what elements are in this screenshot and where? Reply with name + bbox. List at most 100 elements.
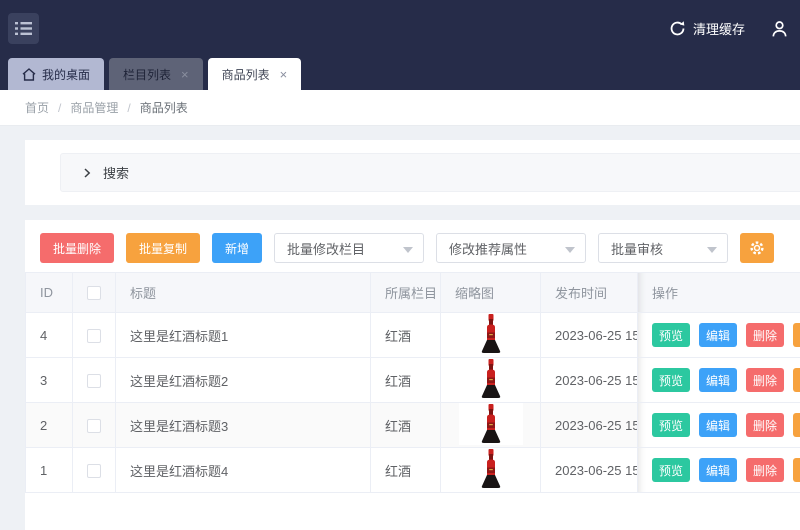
product-table: ID 标题 所属栏目 缩略图 发布时间 操作 4 这里是红酒标题1 红酒 xyxy=(25,272,800,493)
preview-button[interactable]: 预览 xyxy=(652,458,690,482)
cell-checkbox xyxy=(73,403,116,448)
cell-actions: 预览 编辑 删除 复制 xyxy=(638,358,800,403)
cell-publish-date: 2023-06-25 15:1 xyxy=(541,313,638,358)
tab-label: 我的桌面 xyxy=(42,66,90,83)
batch-delete-button[interactable]: 批量删除 xyxy=(40,233,114,263)
close-icon[interactable]: × xyxy=(181,68,189,81)
add-button[interactable]: 新增 xyxy=(212,233,262,263)
tab-label: 商品列表 xyxy=(222,66,270,83)
cell-title[interactable]: 这里是红酒标题3 xyxy=(116,403,371,448)
home-icon xyxy=(22,68,36,81)
cell-title[interactable]: 这里是红酒标题2 xyxy=(116,358,371,403)
top-bar: 清理缓存 xyxy=(0,0,800,57)
clear-cache-label: 清理缓存 xyxy=(693,19,745,38)
chevron-down-icon xyxy=(403,247,413,253)
row-checkbox[interactable] xyxy=(87,329,101,343)
thumbnail-image[interactable] xyxy=(459,403,523,445)
delete-button[interactable]: 删除 xyxy=(746,368,784,392)
wine-bottle-image xyxy=(480,359,502,399)
table-row: 3 这里是红酒标题2 红酒 2023-06-25 15:1 预览 编辑 删除 xyxy=(26,358,800,403)
edit-button[interactable]: 编辑 xyxy=(699,413,737,437)
cell-checkbox xyxy=(73,313,116,358)
sidebar-toggle-button[interactable] xyxy=(8,13,39,44)
breadcrumb-separator: / xyxy=(127,101,130,115)
cell-checkbox xyxy=(73,448,116,493)
preview-button[interactable]: 预览 xyxy=(652,323,690,347)
search-collapse-label: 搜索 xyxy=(103,163,129,182)
tab-bar: 我的桌面 栏目列表 × 商品列表 × xyxy=(0,57,800,90)
cell-title[interactable]: 这里是红酒标题1 xyxy=(116,313,371,358)
select-value: 批量审核 xyxy=(611,239,663,258)
cell-id: 1 xyxy=(26,448,73,493)
select-value: 批量修改栏目 xyxy=(287,239,365,258)
table-row: 4 这里是红酒标题1 红酒 2023-06-25 15:1 预览 编辑 删除 xyxy=(26,313,800,358)
row-checkbox[interactable] xyxy=(87,464,101,478)
product-list-card: 批量删除 批量复制 新增 批量修改栏目 修改推荐属性 批量审核 xyxy=(25,220,800,530)
batch-audit-select[interactable]: 批量审核 xyxy=(598,233,728,263)
header-title: 标题 xyxy=(116,273,371,313)
row-checkbox[interactable] xyxy=(87,419,101,433)
tab-column-list[interactable]: 栏目列表 × xyxy=(109,58,203,90)
cell-thumbnail xyxy=(441,403,541,448)
copy-button[interactable]: 复制 xyxy=(793,323,800,347)
breadcrumb-product-manage[interactable]: 商品管理 xyxy=(70,99,118,116)
main-content: 搜索 批量删除 批量复制 新增 批量修改栏目 修改推荐属性 批量审核 xyxy=(0,126,800,530)
cell-publish-date: 2023-06-25 15:1 xyxy=(541,358,638,403)
cell-category: 红酒 xyxy=(371,403,441,448)
cell-id: 4 xyxy=(26,313,73,358)
cell-thumbnail xyxy=(441,358,541,403)
batch-copy-button[interactable]: 批量复制 xyxy=(126,233,200,263)
select-all-checkbox[interactable] xyxy=(87,286,101,300)
wine-bottle-image xyxy=(480,314,502,354)
row-checkbox[interactable] xyxy=(87,374,101,388)
header-date: 发布时间 xyxy=(541,273,638,313)
thumbnail-image[interactable] xyxy=(459,313,523,355)
cell-id: 3 xyxy=(26,358,73,403)
thumbnail-image[interactable] xyxy=(459,358,523,400)
chevron-right-icon xyxy=(81,167,93,179)
wine-bottle-image xyxy=(480,449,502,489)
cell-id: 2 xyxy=(26,403,73,448)
cell-category: 红酒 xyxy=(371,358,441,403)
clear-cache-button[interactable]: 清理缓存 xyxy=(669,19,745,38)
preview-button[interactable]: 预览 xyxy=(652,368,690,392)
delete-button[interactable]: 删除 xyxy=(746,458,784,482)
delete-button[interactable]: 删除 xyxy=(746,413,784,437)
header-actions: 操作 xyxy=(638,273,800,313)
list-toolbar: 批量删除 批量复制 新增 批量修改栏目 修改推荐属性 批量审核 xyxy=(25,220,800,272)
close-icon[interactable]: × xyxy=(280,68,288,81)
user-icon[interactable] xyxy=(771,20,788,38)
chevron-down-icon xyxy=(707,247,717,253)
table-row: 1 这里是红酒标题4 红酒 2023-06-25 15:1 预览 编辑 删除 xyxy=(26,448,800,493)
breadcrumb-current: 商品列表 xyxy=(140,99,188,116)
header-id: ID xyxy=(26,273,73,313)
cell-publish-date: 2023-06-25 15:1 xyxy=(541,448,638,493)
preview-button[interactable]: 预览 xyxy=(652,413,690,437)
thumbnail-image[interactable] xyxy=(459,448,523,490)
tab-desktop[interactable]: 我的桌面 xyxy=(8,58,104,90)
edit-button[interactable]: 编辑 xyxy=(699,323,737,347)
breadcrumb-home[interactable]: 首页 xyxy=(25,99,49,116)
search-card: 搜索 xyxy=(25,140,800,205)
edit-button[interactable]: 编辑 xyxy=(699,458,737,482)
list-menu-icon xyxy=(15,21,32,36)
cell-category: 红酒 xyxy=(371,313,441,358)
copy-button[interactable]: 复制 xyxy=(793,368,800,392)
column-settings-button[interactable] xyxy=(740,233,774,263)
select-value: 修改推荐属性 xyxy=(449,239,527,258)
batch-change-column-select[interactable]: 批量修改栏目 xyxy=(274,233,424,263)
edit-button[interactable]: 编辑 xyxy=(699,368,737,392)
search-collapse-header[interactable]: 搜索 xyxy=(60,153,800,192)
cell-thumbnail xyxy=(441,313,541,358)
cell-actions: 预览 编辑 删除 复制 xyxy=(638,448,800,493)
copy-button[interactable]: 复制 xyxy=(793,413,800,437)
cell-actions: 预览 编辑 删除 复制 xyxy=(638,313,800,358)
header-category: 所属栏目 xyxy=(371,273,441,313)
gear-icon xyxy=(749,240,765,256)
chevron-down-icon xyxy=(565,247,575,253)
copy-button[interactable]: 复制 xyxy=(793,458,800,482)
cell-title[interactable]: 这里是红酒标题4 xyxy=(116,448,371,493)
change-recommend-select[interactable]: 修改推荐属性 xyxy=(436,233,586,263)
delete-button[interactable]: 删除 xyxy=(746,323,784,347)
tab-product-list[interactable]: 商品列表 × xyxy=(208,58,302,90)
